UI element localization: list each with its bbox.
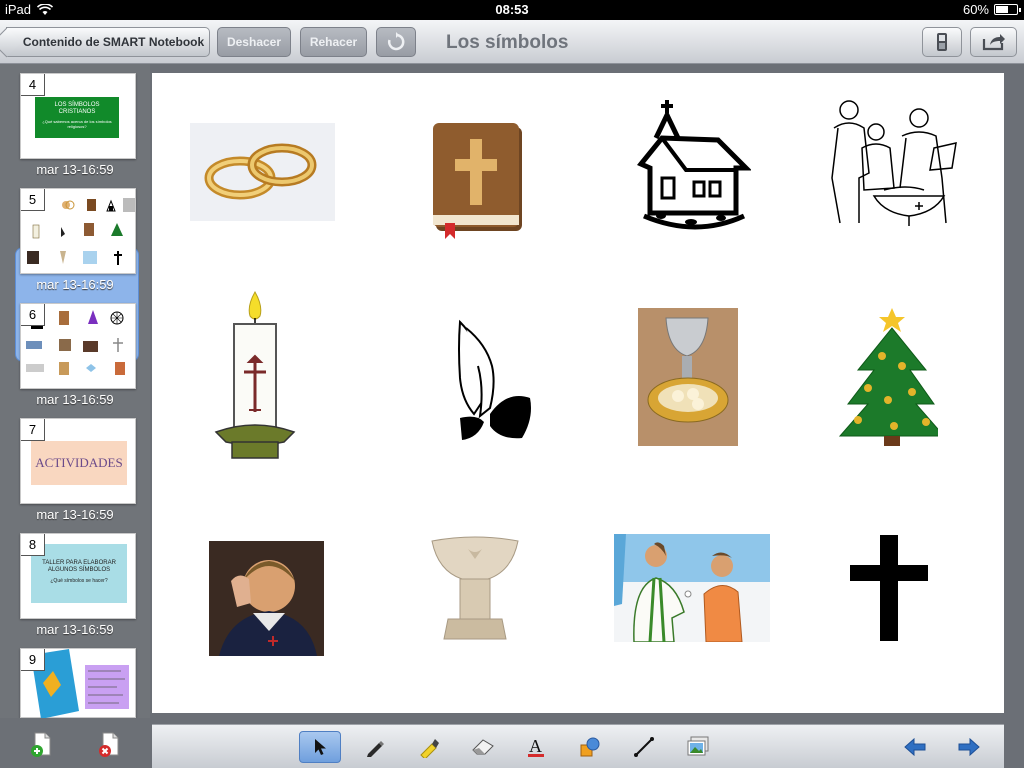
chalice-image[interactable] [638,308,738,446]
slide-sorter-sidebar: LOS SÍMBOLOS CRISTIANOS ¿Qué sabemos ace… [0,64,150,719]
device-button[interactable] [922,27,962,57]
slide-thumbnail-4[interactable]: LOS SÍMBOLOS CRISTIANOS ¿Qué sabemos ace… [20,73,136,159]
arrow-pointer-icon [315,739,326,755]
slide-6-time: mar 13-16:59 [36,392,114,407]
slide-thumbnail-6[interactable]: 6 [20,303,136,389]
slide-7-time: mar 13-16:59 [36,507,114,522]
slide-4-title-2: CRISTIANOS [58,109,96,115]
slide-8-title-1: TALLER PARA ELABORAR [42,560,116,566]
line-tool[interactable] [623,731,665,763]
battery-percent: 60% [962,2,989,17]
arrow-right-icon [958,738,980,756]
svg-text:A: A [529,736,542,756]
arrow-left-icon [904,738,926,756]
rings-image[interactable] [190,123,335,221]
image-gallery-icon [687,736,709,756]
slide-8-title-2: ALGUNOS SÍMBOLOS [47,567,111,573]
select-tool[interactable] [299,731,341,763]
bible-image[interactable] [430,123,530,241]
text-tool[interactable]: A [515,731,557,763]
share-icon [982,34,1005,51]
slide-thumbnail-8[interactable]: TALLER PARA ELABORAR ALGUNOS SÍMBOLOS ¿Q… [20,533,136,619]
nav-bar: Contenido de SMART Notebook Deshacer Reh… [0,20,1024,64]
refresh-icon [387,32,405,51]
eraser-tool[interactable] [462,731,504,763]
sidebar-actions [0,718,150,768]
slide-number: 6 [21,304,45,326]
back-button[interactable]: Contenido de SMART Notebook [6,27,210,57]
insert-image-tool[interactable] [677,731,719,763]
candle-image[interactable] [214,290,296,460]
eraser-icon [472,739,494,755]
baptismal-font-image[interactable] [430,535,520,645]
share-button[interactable] [970,27,1017,57]
slide-4-subtitle: ¿Qué sabemos acerca de los símbolos reli… [42,119,112,129]
slide-thumbnail-5[interactable]: 5 [20,188,136,274]
delete-page-icon[interactable] [98,732,122,758]
slide-4-green-box: LOS SÍMBOLOS CRISTIANOS ¿Qué sabemos ace… [35,97,119,138]
previous-page-button[interactable] [894,731,936,763]
shapes-tool[interactable] [569,731,611,763]
slide-number: 4 [21,74,45,96]
back-button-label: Contenido de SMART Notebook [22,35,205,49]
slide-number: 5 [21,189,45,211]
christmas-tree-image[interactable] [838,308,938,446]
slide-number: 8 [21,534,45,556]
battery-icon [994,4,1021,15]
refresh-button[interactable] [376,27,416,57]
slide-7-heading: ACTIVIDADES [31,441,127,485]
slide-5-time: mar 13-16:59 [36,277,114,292]
highlighter-tool[interactable] [408,731,450,763]
redo-label: Rehacer [309,35,358,49]
cross-image[interactable] [850,533,930,643]
pen-icon [367,741,384,757]
baptism-drawing-image[interactable] [824,98,959,228]
text-icon: A [528,736,544,757]
line-icon [634,737,654,757]
redo-button[interactable]: Rehacer [300,27,367,57]
communion-image[interactable] [614,534,770,642]
pen-tool[interactable] [354,731,396,763]
phone-icon [937,33,947,51]
slide-8-time: mar 13-16:59 [36,622,114,637]
status-time: 08:53 [495,2,529,17]
praying-hands-image[interactable] [452,318,537,443]
highlighter-icon [420,739,439,758]
page-title: Los símbolos [446,32,569,53]
next-page-button[interactable] [948,731,990,763]
slide-thumbnail-7[interactable]: ACTIVIDADES 7 [20,418,136,504]
slide-4-time: mar 13-16:59 [36,162,114,177]
slide-8-subtitle: ¿Qué símbolos se hacer? [50,578,108,584]
child-crossing-image[interactable] [209,541,324,656]
undo-button[interactable]: Deshacer [217,27,291,57]
undo-label: Deshacer [226,35,282,49]
bottom-toolbar: A [152,724,1004,768]
slide-4-title-1: LOS SÍMBOLOS [54,102,100,108]
notebook-canvas[interactable] [152,73,1004,713]
church-image[interactable] [636,98,751,238]
slide-thumbnail-9[interactable]: 9 [20,648,136,719]
add-page-icon[interactable] [30,732,54,758]
slide-number: 9 [21,649,45,671]
status-bar: iPad 08:53 60% [0,0,1024,20]
shapes-icon [580,737,600,757]
slide-number: 7 [21,419,45,441]
slide-8-box: TALLER PARA ELABORAR ALGUNOS SÍMBOLOS ¿Q… [31,544,127,603]
